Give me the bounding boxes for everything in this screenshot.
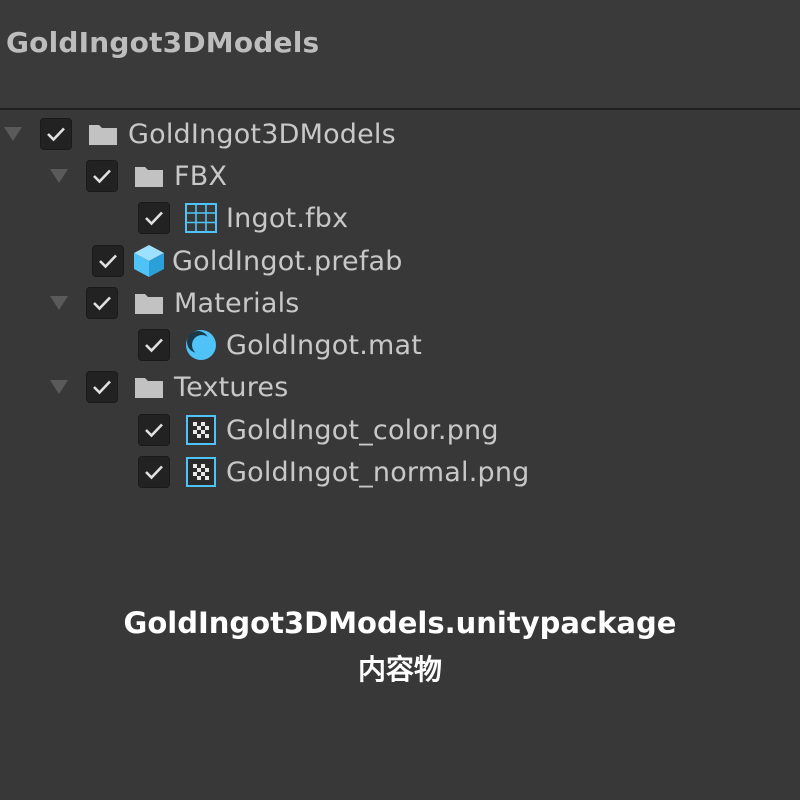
tree-row-materials[interactable]: Materials xyxy=(48,282,300,324)
tree-row-material[interactable]: GoldIngot.mat xyxy=(138,324,422,366)
window-title: GoldIngot3DModels xyxy=(6,26,320,59)
checkbox-materials[interactable] xyxy=(86,287,118,319)
tree-label-materials: Materials xyxy=(174,287,300,319)
tree-row-normal-png[interactable]: GoldIngot_normal.png xyxy=(138,451,529,493)
caption-contents: 内容物 xyxy=(357,653,442,686)
tree-label-color-png: GoldIngot_color.png xyxy=(226,414,499,446)
folder-icon xyxy=(132,370,166,404)
window-header: GoldIngot3DModels xyxy=(0,0,800,108)
checkbox-color-png[interactable] xyxy=(138,414,170,446)
caption-package-name: GoldIngot3DModels.unitypackage xyxy=(123,606,677,640)
folder-icon xyxy=(86,117,120,151)
folder-icon xyxy=(132,286,166,320)
foldout-expanded-icon[interactable] xyxy=(2,123,24,145)
tree-row-root[interactable]: GoldIngot3DModels xyxy=(2,113,396,155)
tree-label-ingot-fbx: Ingot.fbx xyxy=(226,202,349,234)
texture-icon xyxy=(184,413,218,447)
foldout-expanded-icon[interactable] xyxy=(48,165,70,187)
tree-row-fbx[interactable]: FBX xyxy=(48,155,227,197)
checkbox-material[interactable] xyxy=(138,329,170,361)
checkbox-ingot-fbx[interactable] xyxy=(138,202,170,234)
foldout-expanded-icon[interactable] xyxy=(48,376,70,398)
mesh-grid-icon xyxy=(184,201,218,235)
tree-label-normal-png: GoldIngot_normal.png xyxy=(226,456,530,488)
prefab-cube-icon xyxy=(132,244,166,278)
checkbox-normal-png[interactable] xyxy=(138,456,170,488)
tree-label-textures: Textures xyxy=(174,371,289,403)
tree-row-prefab[interactable]: GoldIngot.prefab xyxy=(92,240,403,282)
checkbox-textures[interactable] xyxy=(86,371,118,403)
checkbox-root[interactable] xyxy=(40,118,72,150)
checkbox-fbx[interactable] xyxy=(86,160,118,192)
tree-label-material: GoldIngot.mat xyxy=(226,329,423,361)
foldout-expanded-icon[interactable] xyxy=(48,292,70,314)
header-divider xyxy=(0,108,800,110)
tree-label-root: GoldIngot3DModels xyxy=(128,118,396,150)
folder-icon xyxy=(132,159,166,193)
tree-row-textures[interactable]: Textures xyxy=(48,366,289,408)
tree-row-ingot-fbx[interactable]: Ingot.fbx xyxy=(138,197,348,239)
tree-row-color-png[interactable]: GoldIngot_color.png xyxy=(138,409,499,451)
checkbox-prefab[interactable] xyxy=(92,245,124,277)
tree-label-fbx: FBX xyxy=(174,160,228,192)
texture-icon xyxy=(184,455,218,489)
material-sphere-icon xyxy=(184,328,218,362)
tree-label-prefab: GoldIngot.prefab xyxy=(172,245,403,277)
